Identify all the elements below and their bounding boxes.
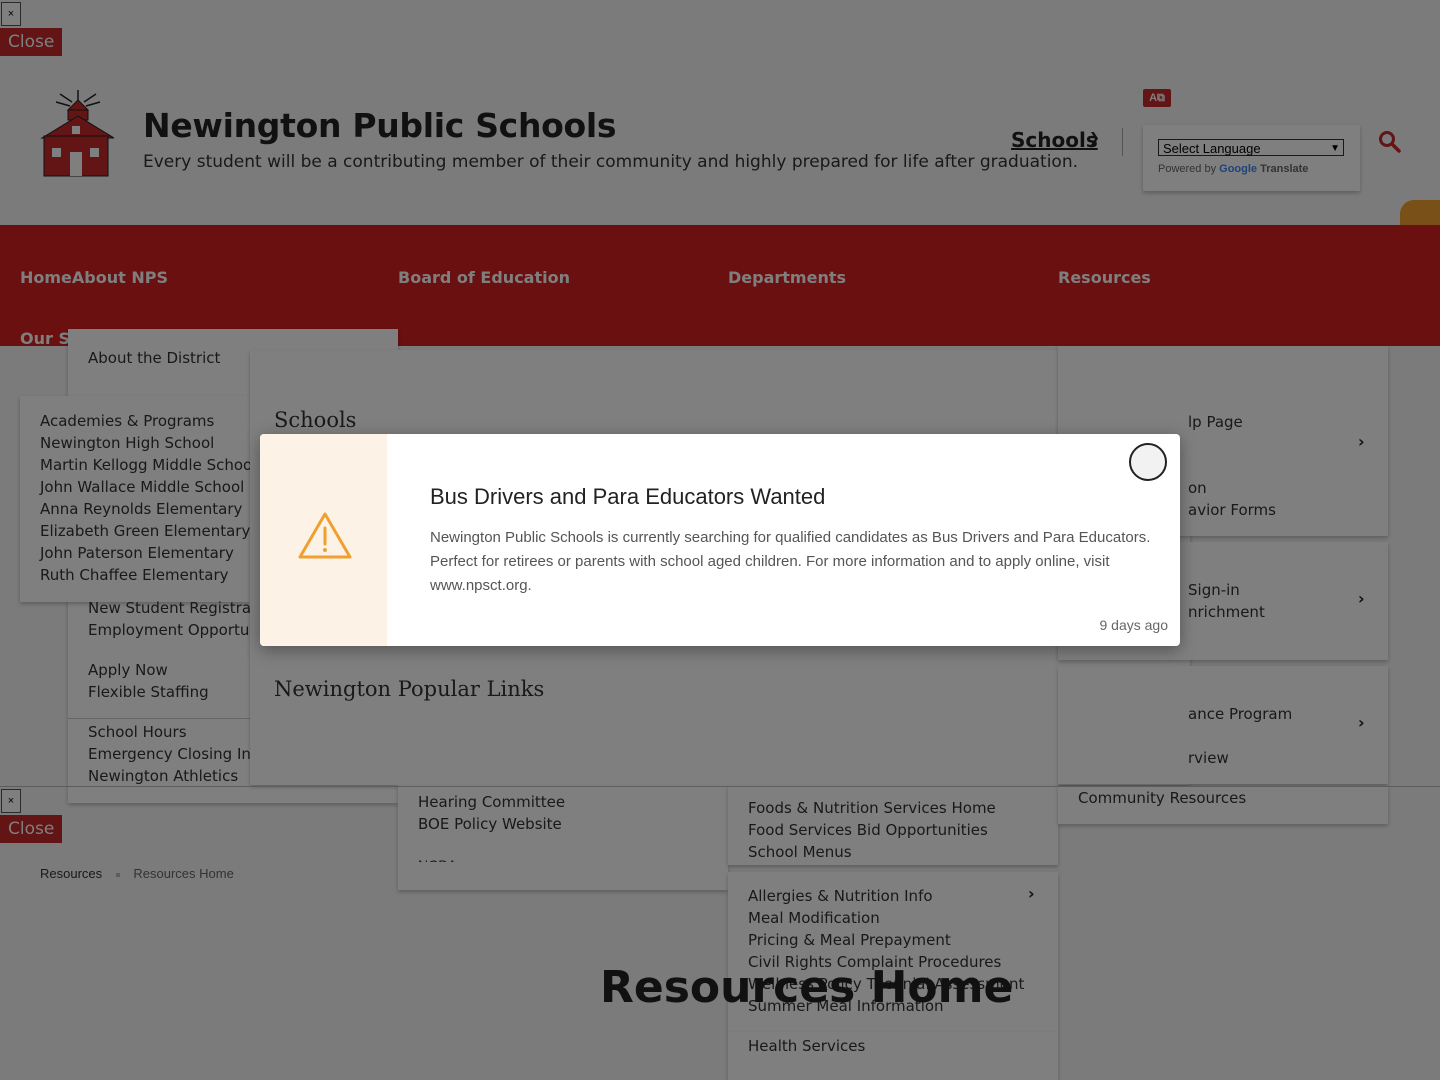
alert-timestamp: 9 days ago	[1099, 617, 1169, 633]
alert-title: Bus Drivers and Para Educators Wanted	[430, 484, 826, 509]
warning-icon	[296, 510, 354, 567]
alert-body: Newington Public Schools is currently se…	[430, 529, 1151, 594]
alert-modal: Bus Drivers and Para Educators Wanted Ne…	[260, 434, 1180, 646]
alert-icon-panel	[260, 434, 387, 646]
modal-close-button[interactable]	[1129, 443, 1167, 481]
